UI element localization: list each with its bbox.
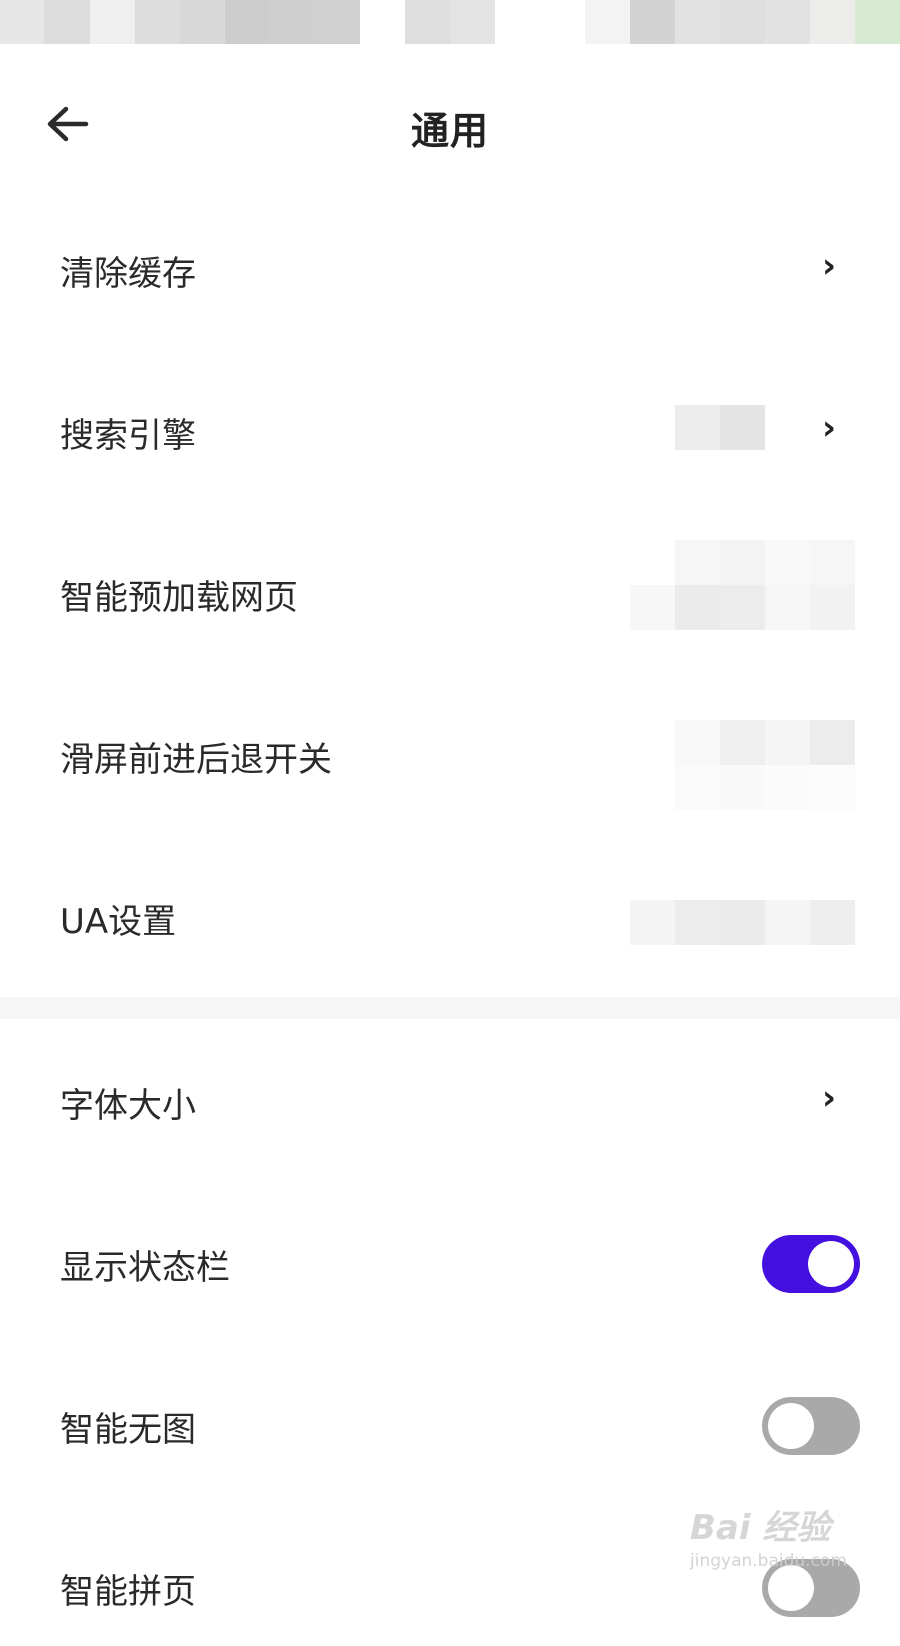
setting-smart-no-image[interactable]: 智能无图 bbox=[0, 1364, 900, 1484]
status-bar-block bbox=[720, 0, 765, 44]
status-bar-toggle[interactable] bbox=[762, 1235, 860, 1293]
obscured-control bbox=[720, 540, 765, 585]
obscured-control bbox=[765, 765, 810, 810]
status-bar-block bbox=[450, 0, 495, 44]
search-engine-value bbox=[675, 405, 720, 450]
status-bar-block bbox=[225, 0, 270, 44]
status-bar-block bbox=[135, 0, 180, 44]
ua-value bbox=[765, 900, 810, 945]
status-bar-block bbox=[405, 0, 450, 44]
status-bar-block bbox=[855, 0, 900, 44]
obscured-control bbox=[675, 540, 720, 585]
toggle-knob bbox=[768, 1403, 814, 1449]
setting-show-status-bar[interactable]: 显示状态栏 bbox=[0, 1202, 900, 1322]
status-bar-block bbox=[675, 0, 720, 44]
page-title: 通用 bbox=[410, 109, 489, 153]
status-bar-block bbox=[180, 0, 225, 44]
status-bar-block bbox=[270, 0, 315, 44]
setting-smart-preload[interactable]: 智能预加载网页 bbox=[0, 532, 900, 652]
obscured-control bbox=[675, 585, 720, 630]
obscured-control bbox=[675, 765, 720, 810]
setting-search-engine[interactable]: 搜索引擎 › bbox=[0, 370, 900, 490]
setting-label: UA设置 bbox=[60, 902, 177, 942]
setting-label: 搜索引擎 bbox=[60, 416, 196, 456]
status-bar-block bbox=[44, 0, 90, 44]
setting-label: 智能预加载网页 bbox=[60, 578, 298, 618]
baidu-watermark: Bai 经验 jingyan.baidu.com bbox=[690, 1500, 890, 1590]
status-bar bbox=[0, 0, 900, 44]
obscured-control bbox=[630, 585, 675, 630]
toggle-knob bbox=[808, 1241, 854, 1287]
status-bar-block bbox=[585, 0, 630, 44]
setting-ua[interactable]: UA设置 bbox=[0, 856, 900, 976]
obscured-control bbox=[810, 585, 855, 630]
status-bar-block bbox=[630, 0, 675, 44]
status-bar-block bbox=[90, 0, 135, 44]
setting-label: 智能无图 bbox=[60, 1410, 196, 1450]
obscured-control bbox=[810, 720, 855, 765]
status-bar-block bbox=[0, 0, 44, 44]
obscured-control bbox=[720, 720, 765, 765]
status-bar-block bbox=[765, 0, 810, 44]
setting-clear-cache[interactable]: 清除缓存 › bbox=[0, 208, 900, 328]
ua-value bbox=[630, 900, 675, 945]
status-bar-block bbox=[810, 0, 855, 44]
header: 通用 bbox=[0, 60, 900, 190]
obscured-control bbox=[810, 540, 855, 585]
chevron-right-icon: › bbox=[822, 408, 837, 448]
setting-label: 智能拼页 bbox=[60, 1572, 196, 1612]
obscured-control bbox=[765, 720, 810, 765]
ua-value bbox=[810, 900, 855, 945]
obscured-control bbox=[720, 765, 765, 810]
setting-label: 滑屏前进后退开关 bbox=[60, 740, 332, 780]
setting-label: 显示状态栏 bbox=[60, 1248, 230, 1288]
obscured-control bbox=[675, 720, 720, 765]
search-engine-value bbox=[720, 405, 765, 450]
smart-no-image-toggle[interactable] bbox=[762, 1397, 860, 1455]
status-bar-block bbox=[315, 0, 360, 44]
chevron-right-icon: › bbox=[822, 1078, 837, 1118]
ua-value bbox=[720, 900, 765, 945]
obscured-control bbox=[720, 585, 765, 630]
section-divider bbox=[0, 997, 900, 1019]
setting-label: 清除缓存 bbox=[60, 254, 196, 294]
watermark-brand: Bai 经验 bbox=[690, 1508, 831, 1548]
setting-font-size[interactable]: 字体大小 › bbox=[0, 1040, 900, 1160]
chevron-right-icon: › bbox=[822, 246, 837, 286]
setting-label: 字体大小 bbox=[60, 1086, 196, 1126]
obscured-control bbox=[765, 540, 810, 585]
ua-value bbox=[675, 900, 720, 945]
obscured-control bbox=[765, 585, 810, 630]
setting-swipe-navigation[interactable]: 滑屏前进后退开关 bbox=[0, 694, 900, 814]
watermark-url: jingyan.baidu.com bbox=[690, 1551, 847, 1571]
obscured-control bbox=[810, 765, 855, 810]
